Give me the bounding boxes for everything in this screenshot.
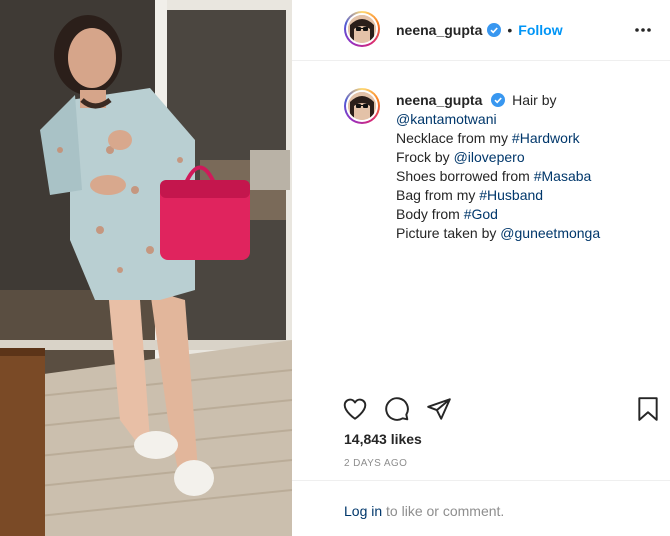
username[interactable]: neena_gupta: [396, 22, 482, 38]
post-details-panel: neena_gupta • Follow neena_gupta Hair by…: [292, 0, 670, 536]
caption-segment: Hair by: [512, 92, 557, 108]
post-photo[interactable]: [0, 0, 292, 536]
caption-segment: Body from: [396, 206, 464, 222]
login-prompt-text: to like or comment.: [382, 503, 505, 519]
caption-segment: Bag from my: [396, 187, 480, 203]
verified-badge-icon: [487, 23, 502, 37]
caption-line: Frock by @ilovepero: [396, 148, 670, 167]
caption-username[interactable]: neena_gupta: [396, 92, 482, 108]
more-options-icon[interactable]: [635, 22, 651, 38]
login-link[interactable]: Log in: [344, 503, 382, 519]
action-bar: [342, 396, 660, 424]
mention-link[interactable]: @guneetmonga: [500, 225, 600, 241]
hashtag-link[interactable]: #Hardwork: [512, 130, 580, 146]
caption-segment: Frock by: [396, 149, 454, 165]
caption-text: neena_gupta Hair by @kantamotwani Neckla…: [396, 91, 670, 243]
divider: [292, 480, 670, 481]
mention-link[interactable]: @kantamotwani: [396, 111, 497, 127]
share-icon[interactable]: [426, 396, 452, 422]
caption-line: Picture taken by @guneetmonga: [396, 224, 670, 243]
caption-line: Bag from my #Husband: [396, 186, 670, 205]
post-timestamp[interactable]: 2 DAYS AGO: [344, 458, 407, 469]
heart-icon[interactable]: [342, 396, 368, 422]
bookmark-icon[interactable]: [636, 396, 660, 422]
verified-badge-icon: [491, 93, 506, 107]
login-prompt: Log in to like or comment.: [344, 503, 504, 519]
hashtag-link[interactable]: #Masaba: [534, 168, 592, 184]
caption-avatar[interactable]: [344, 88, 380, 124]
likes-count[interactable]: 14,843 likes: [344, 431, 422, 447]
caption-line: @kantamotwani: [396, 110, 670, 129]
caption-line: Necklace from my #Hardwork: [396, 129, 670, 148]
post-header: neena_gupta • Follow: [292, 0, 670, 61]
avatar[interactable]: [344, 11, 380, 47]
caption-line: Body from #God: [396, 205, 670, 224]
hashtag-link[interactable]: #God: [464, 206, 498, 222]
follow-button[interactable]: Follow: [518, 22, 562, 38]
separator-dot: •: [507, 22, 513, 38]
post-photo-image: [0, 0, 292, 536]
comment-icon[interactable]: [384, 396, 410, 422]
mention-link[interactable]: @ilovepero: [454, 149, 525, 165]
caption-line: neena_gupta Hair by: [396, 91, 670, 110]
hashtag-link[interactable]: #Husband: [479, 187, 543, 203]
caption-segment: Picture taken by: [396, 225, 501, 241]
caption-segment: Necklace from my: [396, 130, 512, 146]
caption-line: Shoes borrowed from #Masaba: [396, 167, 670, 186]
caption-segment: Shoes borrowed from: [396, 168, 534, 184]
